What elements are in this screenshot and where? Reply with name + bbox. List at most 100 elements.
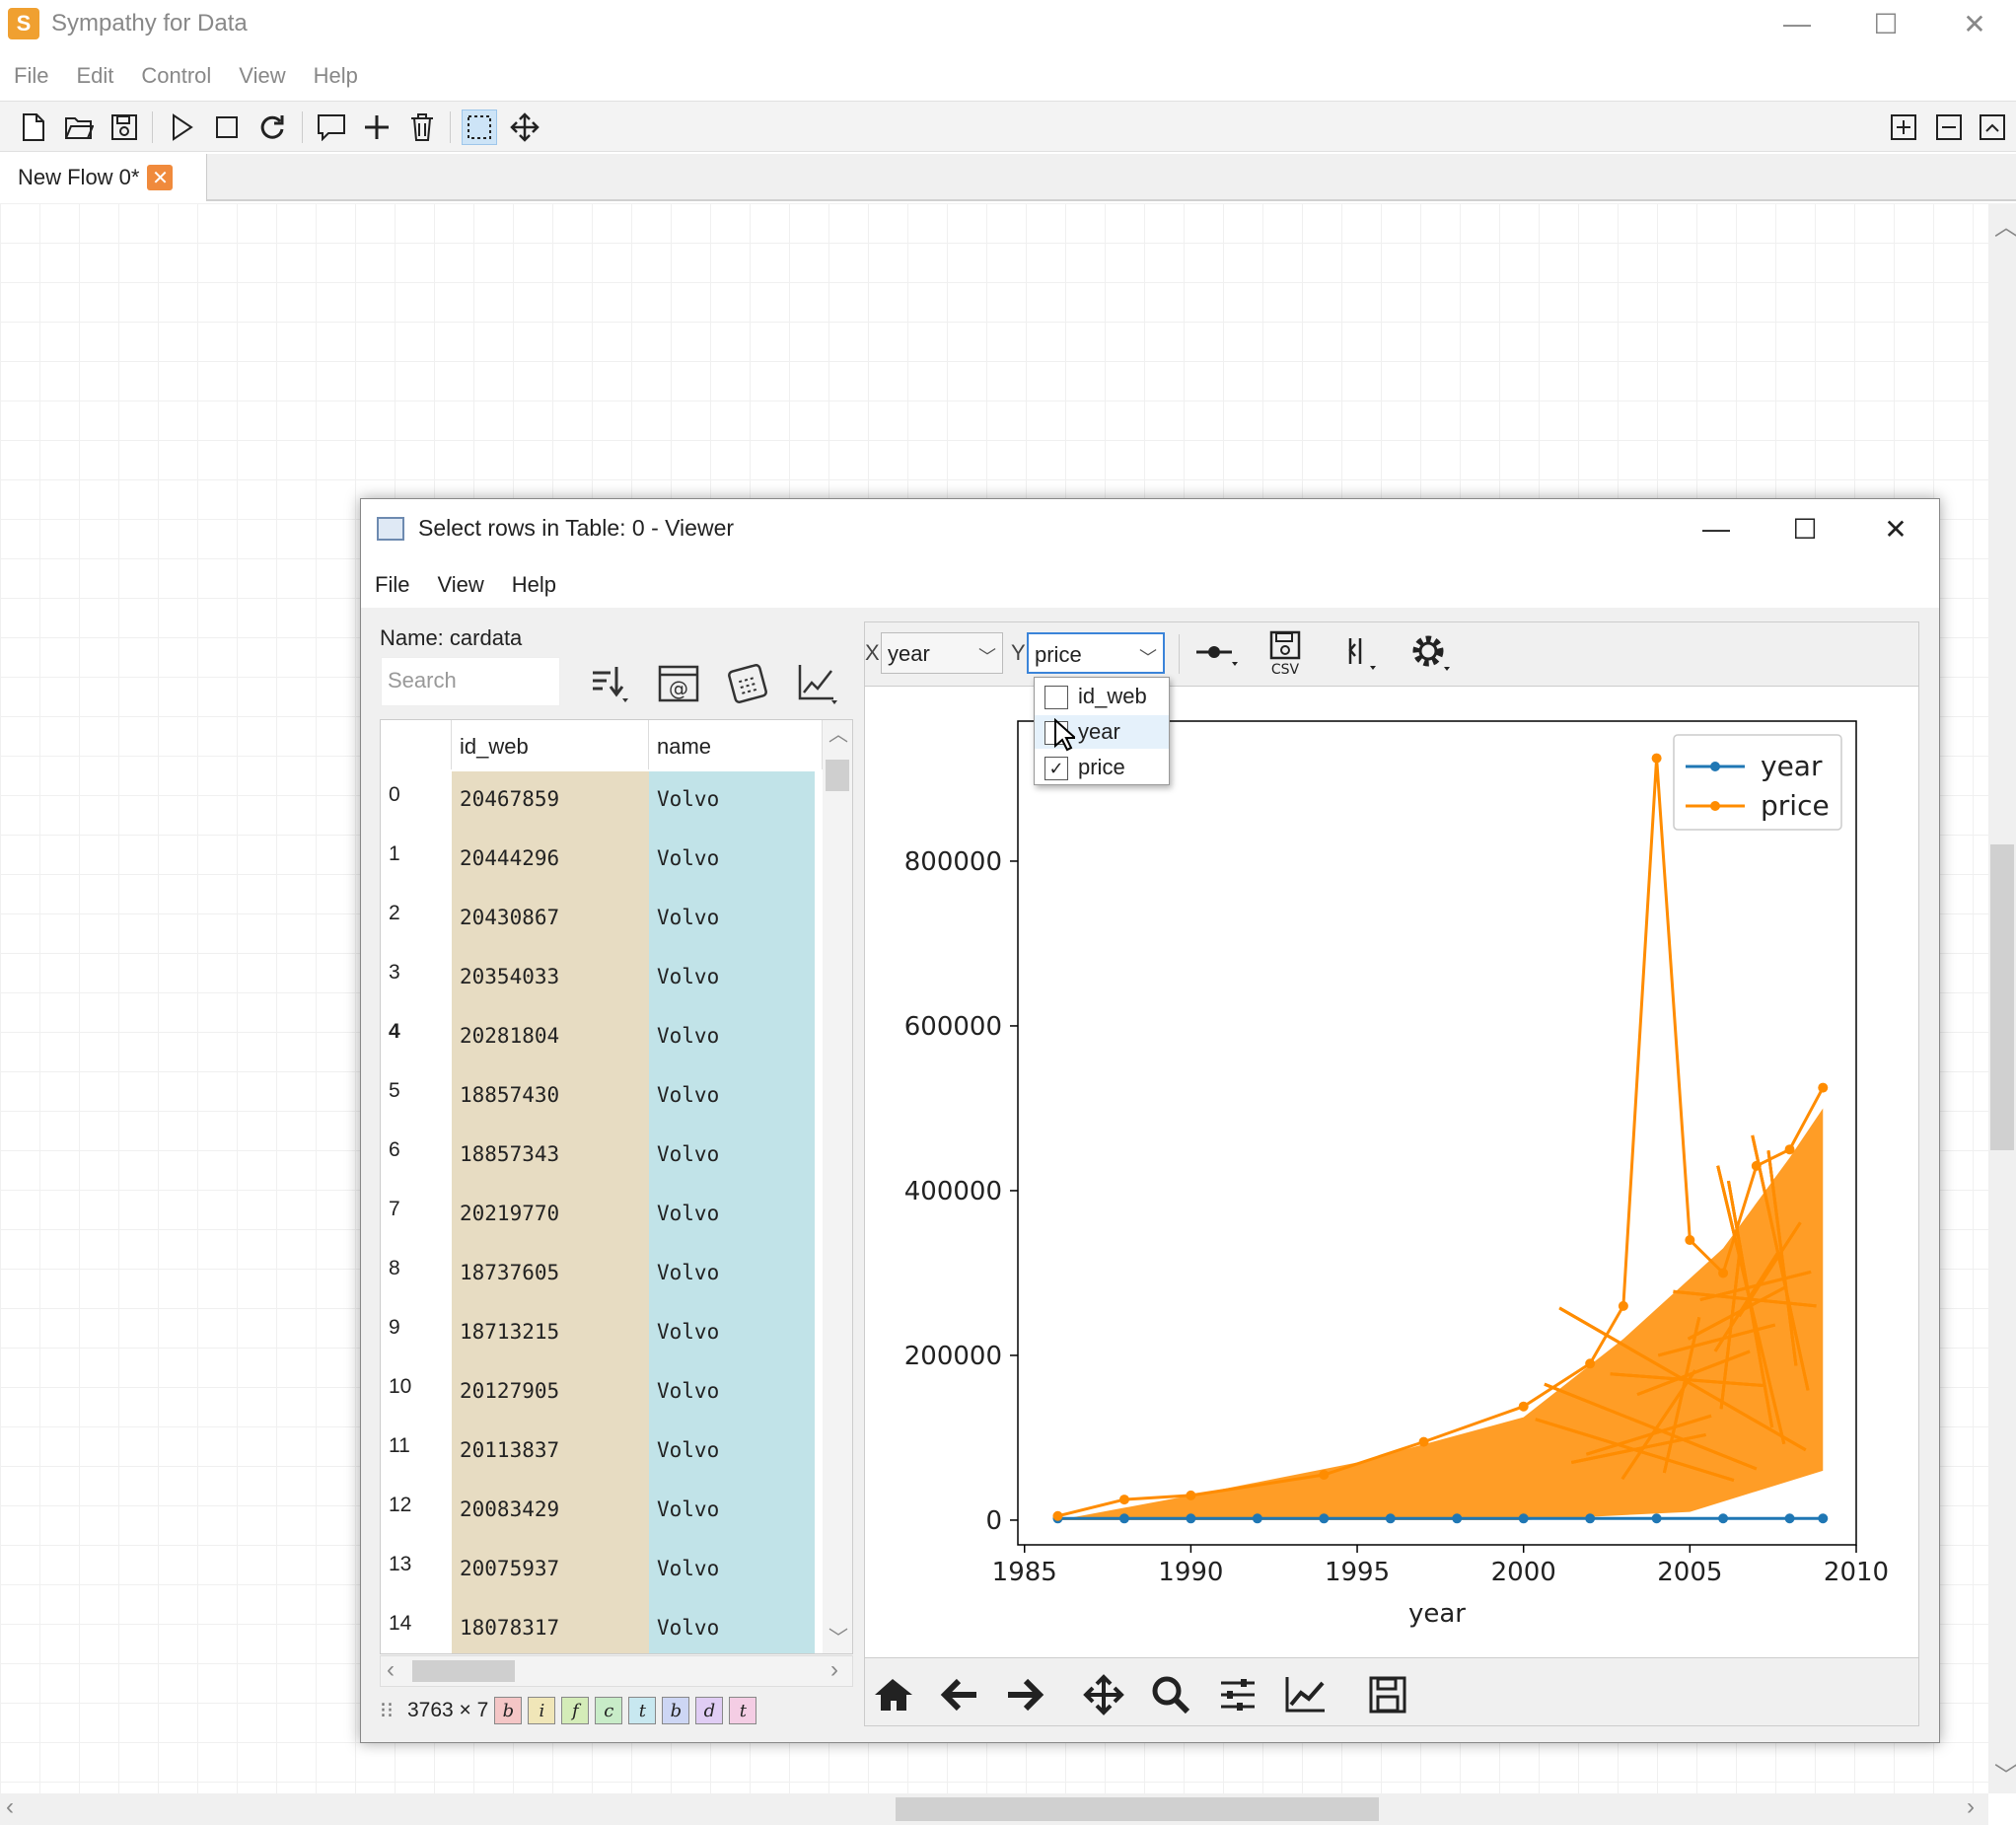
zoom-in-icon[interactable] xyxy=(1886,110,1921,145)
tab-close-icon[interactable]: ✕ xyxy=(147,165,174,190)
scroll-right-icon[interactable]: › xyxy=(830,1656,838,1684)
y-axis-select[interactable]: price ﹀ xyxy=(1027,632,1165,674)
menu-control[interactable]: Control xyxy=(127,57,225,97)
viewer-close-button[interactable]: ✕ xyxy=(1866,509,1925,548)
table-row[interactable]: 1 20444296 Volvo xyxy=(381,831,815,890)
cell-name[interactable]: Volvo xyxy=(649,1363,815,1423)
table-vertical-scrollbar[interactable]: ︿ ﹀ xyxy=(823,720,852,1653)
cell-name[interactable]: Volvo xyxy=(649,1600,815,1653)
open-folder-icon[interactable] xyxy=(61,110,97,145)
line-style-icon[interactable] xyxy=(1190,630,1242,678)
cell-id_web[interactable]: 20354033 xyxy=(452,949,649,1008)
column-type-chip[interactable]: t xyxy=(628,1697,657,1724)
cell-name[interactable]: Volvo xyxy=(649,1127,815,1186)
search-input[interactable]: Search xyxy=(381,657,560,706)
cell-name[interactable]: Volvo xyxy=(649,949,815,1008)
cell-id_web[interactable]: 20083429 xyxy=(452,1482,649,1541)
minimize-button[interactable]: — xyxy=(1767,4,1827,43)
zoom-icon[interactable] xyxy=(1145,1670,1196,1719)
add-icon[interactable] xyxy=(359,110,395,145)
marker-icon[interactable] xyxy=(1334,630,1386,678)
cell-id_web[interactable]: 18078317 xyxy=(452,1600,649,1653)
table-row[interactable]: 2 20430867 Volvo xyxy=(381,890,815,949)
column-header-id_web[interactable]: id_web xyxy=(452,720,649,769)
checkbox[interactable] xyxy=(1044,686,1068,709)
menu-edit[interactable]: Edit xyxy=(62,57,127,97)
configure-icon[interactable] xyxy=(1212,1670,1263,1719)
calculator-icon[interactable] xyxy=(718,657,777,710)
menu-help[interactable]: Help xyxy=(300,57,372,97)
cell-name[interactable]: Volvo xyxy=(649,1067,815,1127)
play-icon[interactable] xyxy=(164,110,199,145)
column-type-chip[interactable]: i xyxy=(528,1697,556,1724)
email-icon[interactable]: @ xyxy=(649,657,708,710)
sort-icon[interactable] xyxy=(580,657,639,710)
canvas-vertical-scrollbar[interactable]: ︿ ﹀ xyxy=(1988,203,2016,1793)
viewer-menu-help[interactable]: Help xyxy=(498,560,570,608)
cell-id_web[interactable]: 20113837 xyxy=(452,1423,649,1482)
column-type-chip[interactable]: b xyxy=(494,1697,523,1724)
cell-name[interactable]: Volvo xyxy=(649,1245,815,1304)
cell-name[interactable]: Volvo xyxy=(649,1541,815,1600)
viewer-minimize-button[interactable]: — xyxy=(1687,509,1746,548)
column-header-name[interactable]: name xyxy=(649,720,823,769)
scroll-left-icon[interactable]: ‹ xyxy=(387,1656,395,1684)
table-row[interactable]: 10 20127905 Volvo xyxy=(381,1363,815,1423)
table-row[interactable]: 9 18713215 Volvo xyxy=(381,1304,815,1363)
cell-name[interactable]: Volvo xyxy=(649,890,815,949)
cell-id_web[interactable]: 20430867 xyxy=(452,890,649,949)
forward-arrow-icon[interactable] xyxy=(999,1670,1050,1719)
cell-id_web[interactable]: 18857343 xyxy=(452,1127,649,1186)
scroll-down-icon[interactable]: ﹀ xyxy=(828,1622,848,1650)
select-rect-icon[interactable] xyxy=(462,110,497,145)
canvas-horizontal-scrollbar[interactable]: ‹ › xyxy=(0,1793,1988,1825)
viewer-maximize-button[interactable]: ☐ xyxy=(1775,509,1835,548)
table-row[interactable]: 11 20113837 Volvo xyxy=(381,1423,815,1482)
move-icon[interactable] xyxy=(507,110,542,145)
scrollbar-thumb[interactable] xyxy=(1990,844,2014,1150)
table-row[interactable]: 12 20083429 Volvo xyxy=(381,1482,815,1541)
cell-id_web[interactable]: 18857430 xyxy=(452,1067,649,1127)
menu-file[interactable]: File xyxy=(0,57,62,97)
cell-id_web[interactable]: 20444296 xyxy=(452,831,649,890)
cell-id_web[interactable]: 20075937 xyxy=(452,1541,649,1600)
table-row[interactable]: 3 20354033 Volvo xyxy=(381,949,815,1008)
close-button[interactable]: ✕ xyxy=(1945,4,2004,43)
data-table[interactable]: id_web name 0 20467859 Volvo 1 20444296 Volvo… xyxy=(380,719,853,1654)
delete-icon[interactable] xyxy=(404,110,440,145)
scroll-down-icon[interactable]: ﹀ xyxy=(1994,1756,2016,1790)
cell-id_web[interactable]: 18713215 xyxy=(452,1304,649,1363)
scrollbar-thumb[interactable] xyxy=(412,1660,515,1682)
tab-new-flow[interactable]: New Flow 0* ✕ xyxy=(0,154,207,201)
scroll-left-icon[interactable]: ‹ xyxy=(6,1793,14,1821)
cell-id_web[interactable]: 18737605 xyxy=(452,1245,649,1304)
cell-id_web[interactable]: 20127905 xyxy=(452,1363,649,1423)
table-row[interactable]: 13 20075937 Volvo xyxy=(381,1541,815,1600)
edit-curves-icon[interactable] xyxy=(1279,1670,1331,1719)
scroll-right-icon[interactable]: › xyxy=(1967,1793,1975,1821)
table-row[interactable]: 14 18078317 Volvo xyxy=(381,1600,815,1653)
scroll-up-icon[interactable]: ︿ xyxy=(1994,207,2016,242)
scrollbar-thumb[interactable] xyxy=(826,760,849,791)
column-type-chip[interactable]: b xyxy=(662,1697,690,1724)
cell-name[interactable]: Volvo xyxy=(649,831,815,890)
back-arrow-icon[interactable] xyxy=(934,1670,985,1719)
scroll-up-icon[interactable]: ︿ xyxy=(828,720,848,747)
cell-name[interactable]: Volvo xyxy=(649,1482,815,1541)
csv-save-icon[interactable]: CSV xyxy=(1260,630,1311,678)
scrollbar-thumb[interactable] xyxy=(896,1797,1379,1821)
cell-id_web[interactable]: 20467859 xyxy=(452,771,649,831)
column-type-chip[interactable]: f xyxy=(561,1697,590,1724)
table-row[interactable]: 5 18857430 Volvo xyxy=(381,1067,815,1127)
new-file-icon[interactable] xyxy=(16,110,51,145)
pan-icon[interactable] xyxy=(1078,1670,1129,1719)
cell-name[interactable]: Volvo xyxy=(649,771,815,831)
table-row[interactable]: 6 18857343 Volvo xyxy=(381,1127,815,1186)
viewer-menu-view[interactable]: View xyxy=(423,560,497,608)
column-type-chip[interactable]: c xyxy=(595,1697,623,1724)
checkbox[interactable]: ✓ xyxy=(1044,757,1068,780)
maximize-button[interactable]: ☐ xyxy=(1856,4,1915,43)
chart-svg[interactable]: 1985 1990 1995 2000 2005 2010 0 200000 400000 600… xyxy=(865,687,1918,1659)
plot-icon[interactable] xyxy=(787,657,846,710)
cell-name[interactable]: Volvo xyxy=(649,1423,815,1482)
